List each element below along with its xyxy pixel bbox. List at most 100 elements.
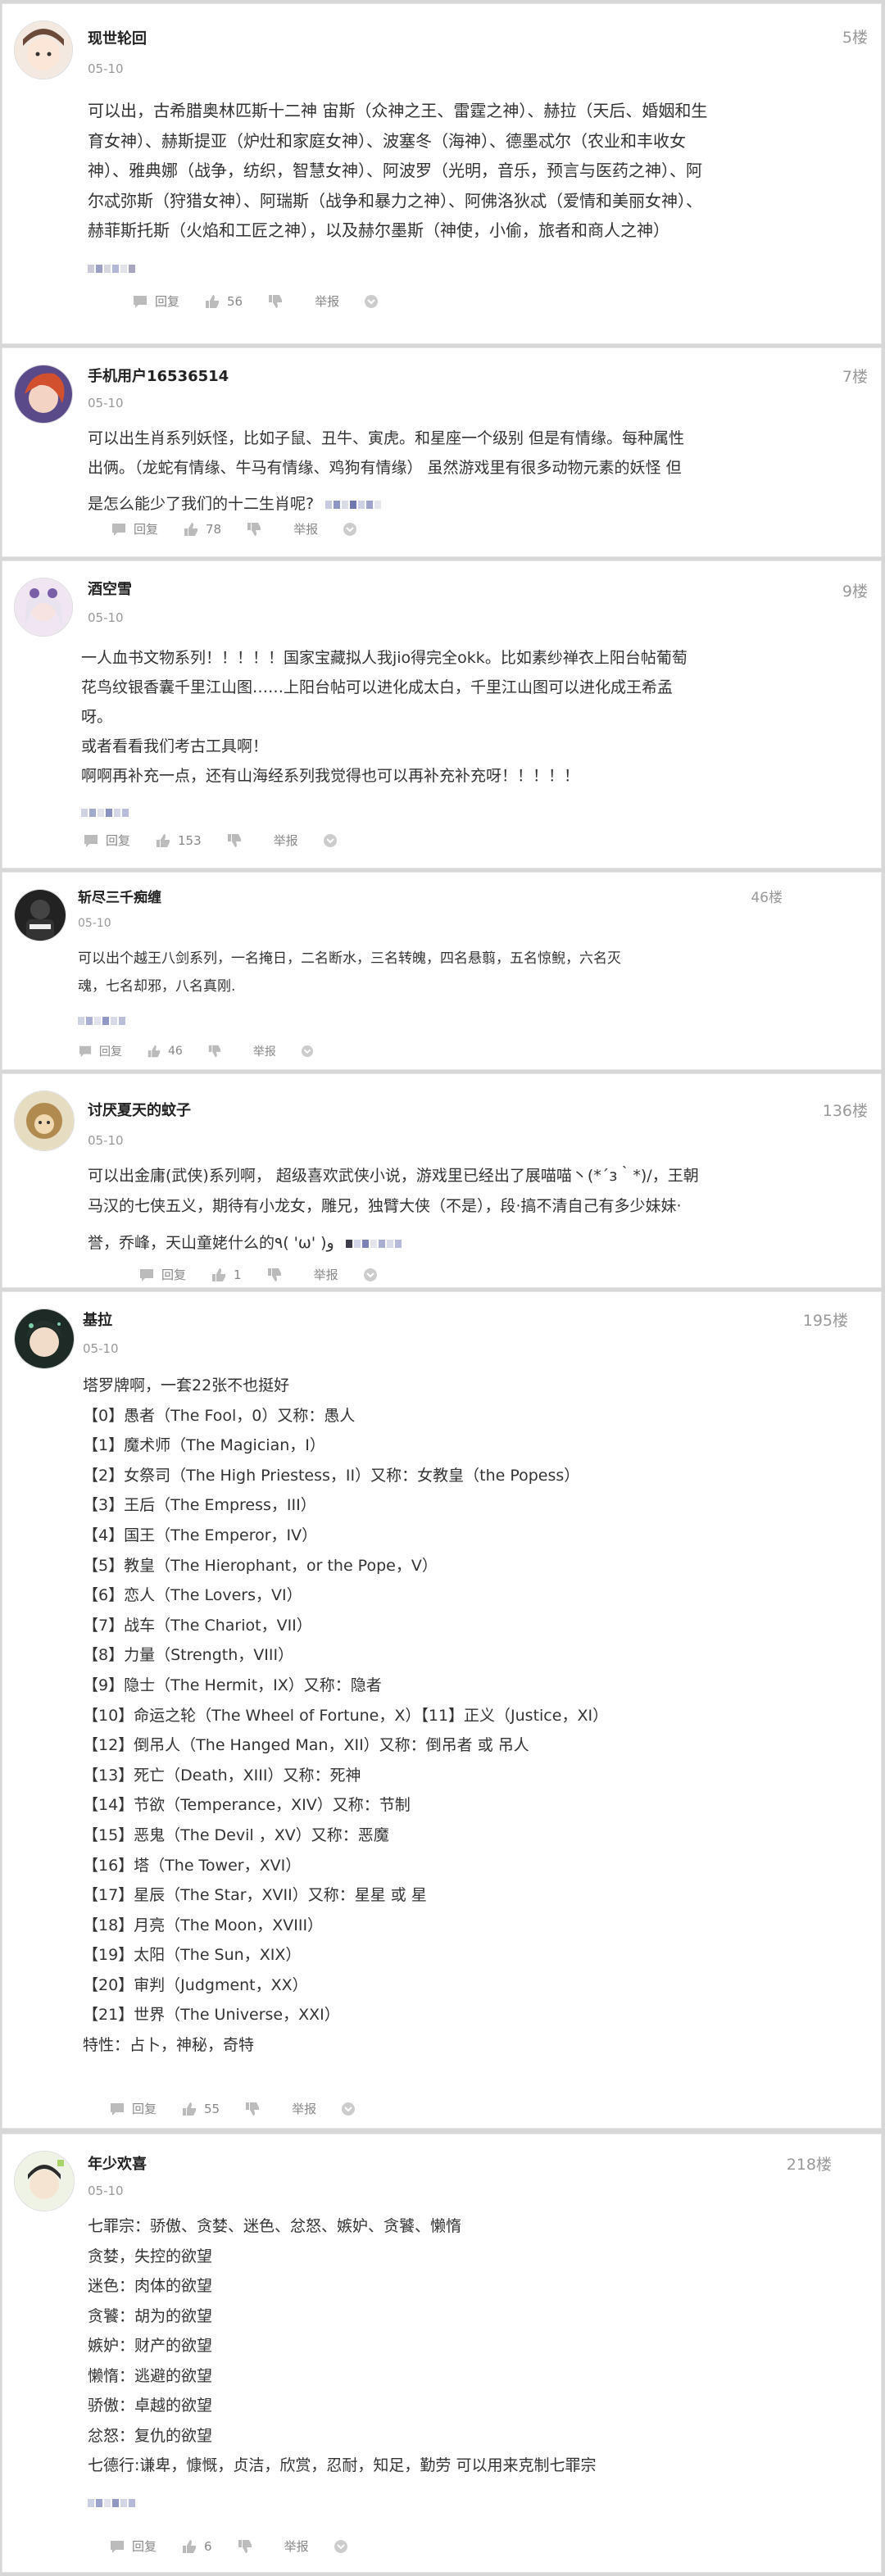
- comment-line: 一人血书文物系列！！！！！国家宝藏拟人我jio得完全okk。比如素纱禅衣上阳台帖…: [81, 649, 688, 667]
- username[interactable]: 年少欢喜: [88, 2152, 147, 2174]
- chevron-down-icon: [323, 833, 337, 847]
- post-date: 05-10: [88, 2184, 124, 2198]
- thumbs-down-icon: [267, 1268, 281, 1281]
- comment-line: 【5】教皇（The Hierophant，or the Pope，V）: [83, 1556, 438, 1575]
- speech-bubble-icon: [111, 2540, 124, 2553]
- dislike-button[interactable]: [246, 521, 269, 537]
- comment-line: 赫菲斯托斯（火焰和工匠之神），以及赫尔墨斯（神使，小偷，旅者和商人之神）: [88, 220, 669, 240]
- report-label: 举报: [315, 294, 340, 309]
- comment-line: 【2】女祭司（The High Priestess，II）又称：女教皇（the …: [83, 1466, 580, 1485]
- more-button[interactable]: [323, 833, 344, 848]
- pixelated-signature: [88, 252, 137, 273]
- reply-button[interactable]: 回复: [78, 1043, 122, 1059]
- more-button[interactable]: [363, 1268, 384, 1282]
- report-button[interactable]: 举报: [253, 1043, 276, 1059]
- reply-button[interactable]: 回复: [109, 2100, 157, 2117]
- comment-card: 年少欢喜 05-10 218楼 七罪宗：骄傲、贪婪、迷色、忿怒、嫉妒、贪饕、懒惰…: [2, 2134, 882, 2573]
- more-button[interactable]: [364, 294, 385, 309]
- comment-card: 手机用户16536514 05-10 7楼 可以出生肖系列妖怪，比如子鼠、丑牛、…: [2, 347, 882, 557]
- like-button[interactable]: 1: [211, 1267, 242, 1283]
- reply-label: 回复: [155, 294, 180, 309]
- report-button[interactable]: 举报: [274, 832, 298, 849]
- comment-line: 尔忒弥斯（狩猎女神）、阿瑞斯（战争和暴力之神）、阿佛洛狄忒（爱情和美丽女神）、: [88, 190, 702, 211]
- comment-card: 讨厌夏天的蚊子 05-10 136楼 可以出金庸(武侠)系列啊， 超级喜欢武侠小…: [2, 1073, 882, 1288]
- more-button[interactable]: [343, 522, 364, 537]
- like-button[interactable]: 46: [147, 1044, 183, 1059]
- username[interactable]: 基拉: [83, 1308, 112, 1330]
- comment-line: 【4】国王（The Emperor，IV）: [83, 1526, 318, 1544]
- comment-line: 贪婪，失控的欲望: [88, 2247, 213, 2265]
- comment-feed: 现世轮回 05-10 5楼 可以出，古希腊奥林匹斯十二神 宙斯（众神之王、雷霆之…: [0, 0, 885, 2576]
- thumbs-down-icon: [269, 294, 283, 308]
- thumbs-down-icon: [247, 522, 261, 536]
- reply-button[interactable]: 回复: [138, 1266, 186, 1283]
- speech-bubble-icon: [140, 1268, 153, 1281]
- reply-label: 回复: [106, 833, 131, 848]
- comment-card: 酒空雪 05-10 9楼 一人血书文物系列！！！！！国家宝藏拟人我jio得完全o…: [2, 560, 882, 868]
- comment-line: 【15】恶鬼（The Devil ，XV）又称：恶魔: [83, 1825, 389, 1844]
- comment-actions: 回复 55 举报: [109, 2100, 387, 2117]
- username[interactable]: 现世轮回: [88, 27, 147, 48]
- dislike-button[interactable]: [207, 1044, 229, 1059]
- more-button[interactable]: [341, 2102, 362, 2116]
- report-button[interactable]: 举报: [284, 2537, 309, 2555]
- pixelated-signature: [88, 2488, 137, 2507]
- comment-body: 可以出金庸(武侠)系列啊， 超级喜欢武侠小说，游戏里已经出了展喵喵丶(*´з｀*…: [88, 1161, 699, 1259]
- comment-line: 嫉妒：财产的欲望: [88, 2337, 213, 2355]
- like-count: 1: [234, 1267, 242, 1282]
- comment-line: 是怎么能少了我们的十二生肖呢?: [88, 495, 315, 513]
- avatar[interactable]: [14, 1308, 75, 1369]
- avatar[interactable]: [14, 889, 66, 941]
- like-button[interactable]: 55: [181, 2101, 220, 2117]
- avatar[interactable]: [14, 20, 73, 79]
- avatar[interactable]: [14, 1091, 75, 1151]
- floor-number: 46楼: [751, 890, 783, 906]
- reply-button[interactable]: 回复: [132, 293, 179, 310]
- comment-line: 特性：占卜，神秘，奇特: [83, 2036, 255, 2055]
- thumbs-down-icon: [246, 2102, 260, 2116]
- dislike-button[interactable]: [244, 2101, 267, 2117]
- report-button[interactable]: 举报: [314, 1266, 338, 1283]
- dislike-button[interactable]: [267, 293, 290, 310]
- comment-line: 誉，乔峰，天山童姥什么的٩( 'ω' )و: [88, 1234, 334, 1252]
- dislike-button[interactable]: [266, 1267, 289, 1283]
- like-button[interactable]: 153: [155, 832, 202, 849]
- post-date: 05-10: [88, 396, 124, 410]
- username[interactable]: 手机用户16536514: [88, 365, 229, 386]
- like-button[interactable]: 78: [183, 521, 221, 537]
- reply-button[interactable]: 回复: [83, 832, 130, 849]
- comment-line: 【6】恋人（The Lovers，VI）: [83, 1586, 302, 1605]
- post-date: 05-10: [88, 1133, 124, 1148]
- username[interactable]: 斩尽三千痴缠: [78, 886, 161, 906]
- like-button[interactable]: 56: [204, 293, 243, 310]
- comment-line: 【3】王后（The Empress，III）: [83, 1496, 316, 1515]
- floor-number: 218楼: [786, 2156, 832, 2174]
- username[interactable]: 讨厌夏天的蚊子: [88, 1099, 191, 1120]
- comment-line: 【14】节欲（Temperance，XIV）又称：节制: [83, 1796, 411, 1815]
- like-button[interactable]: 6: [181, 2538, 212, 2555]
- avatar[interactable]: [14, 2151, 75, 2211]
- comment-line: 可以出个越王八剑系列，一名掩日，二名断水，三名转魄，四名悬翦，五名惊鲵，六名灭: [78, 950, 621, 967]
- avatar[interactable]: [14, 365, 73, 424]
- report-button[interactable]: 举报: [315, 293, 339, 310]
- comment-line: 【16】塔（The Tower，XVI）: [83, 1856, 302, 1875]
- comment-line: 【18】月亮（The Moon，XVIII）: [83, 1916, 324, 1934]
- floor-number: 9楼: [842, 583, 868, 601]
- more-button[interactable]: [301, 1045, 320, 1058]
- report-button[interactable]: 举报: [292, 2100, 316, 2117]
- dislike-button[interactable]: [226, 832, 249, 849]
- floor-number: 7楼: [842, 368, 868, 386]
- reply-button[interactable]: 回复: [111, 520, 158, 537]
- report-button[interactable]: 举报: [293, 520, 318, 537]
- chevron-down-icon: [301, 1045, 313, 1058]
- thumbs-up-icon: [183, 2102, 197, 2116]
- avatar[interactable]: [14, 578, 73, 637]
- reply-button[interactable]: 回复: [109, 2537, 157, 2555]
- dislike-button[interactable]: [237, 2538, 260, 2555]
- chevron-down-icon: [363, 1268, 377, 1281]
- chevron-down-icon: [343, 522, 357, 536]
- username[interactable]: 酒空雪: [88, 578, 132, 599]
- more-button[interactable]: [334, 2539, 355, 2554]
- thumbs-down-icon: [208, 1045, 221, 1058]
- post-date: 05-10: [83, 1341, 119, 1356]
